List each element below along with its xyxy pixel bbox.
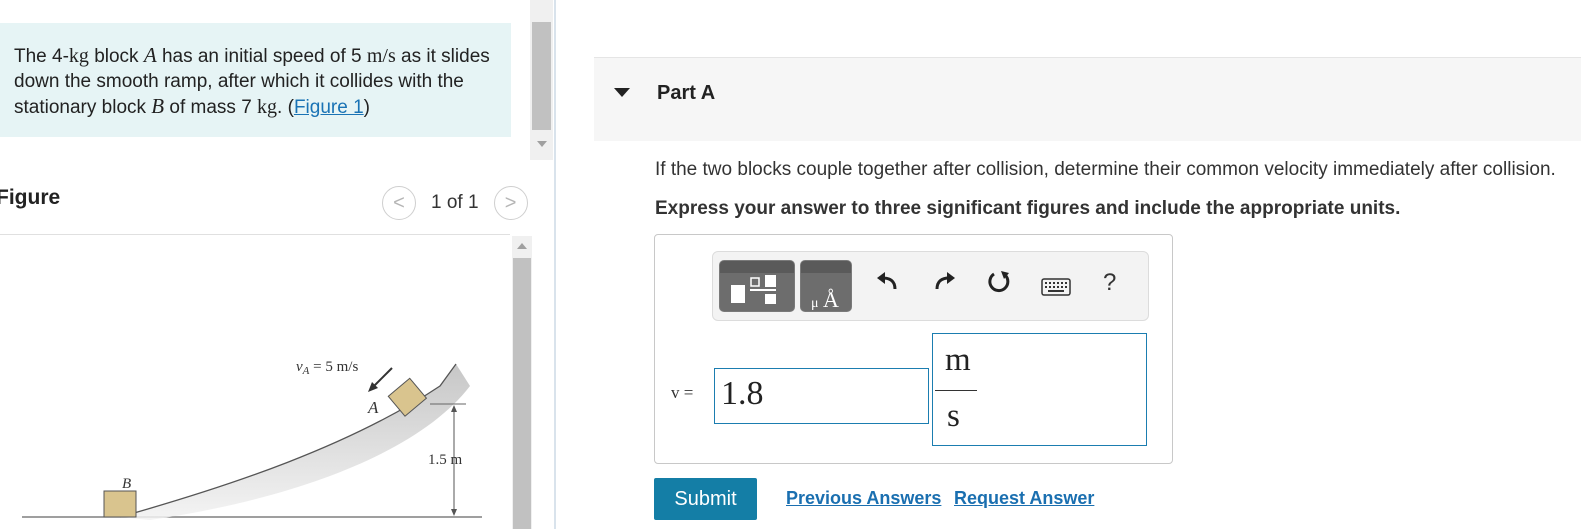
figure-title: Figure [0,186,61,209]
redo-icon[interactable] [931,269,957,295]
block-b-symbol: B [151,94,165,118]
problem-text: has an initial speed of 5 [156,46,367,67]
units-button[interactable]: μ Å [800,260,852,312]
part-a-header[interactable]: Part A [594,57,1581,141]
svg-text:μ: μ [811,296,819,311]
unit-numerator[interactable]: m [945,342,971,379]
answer-value-input[interactable]: 1.8 [714,368,929,424]
units-icon: μ Å [811,287,839,312]
block-a-symbol: A [143,43,157,67]
figure-pagination: < 1 of 1 > [382,186,528,220]
mass-unit: kg [257,96,278,118]
variable-label: v = [671,383,694,402]
scroll-down-icon[interactable] [537,141,547,147]
next-figure-button[interactable]: > [493,186,528,220]
unit-input[interactable]: m s [932,333,1147,446]
instruction-text: Express your answer to three significant… [655,198,1401,219]
scrollbar-thumb[interactable] [532,22,551,130]
mass-unit: kg [68,45,89,67]
problem-text: of mass 7 [164,97,258,118]
height-arrow-up [451,405,457,412]
velocity-label: vA = 5 m/s [296,359,358,377]
templates-button[interactable] [719,260,795,312]
previous-answers-link[interactable]: Previous Answers [786,488,941,509]
problem-text: ) [363,97,370,118]
reset-icon[interactable] [985,269,1013,297]
block-b-label: B [122,476,131,492]
help-icon[interactable]: ? [1103,269,1116,297]
pane-divider[interactable] [554,0,556,529]
height-arrow-down [451,509,457,516]
chevron-right-icon: > [504,191,517,214]
fraction-bar [935,390,977,391]
unit-denominator[interactable]: s [947,398,960,435]
svg-text:Å: Å [823,287,839,312]
problem-scrollbar[interactable] [530,0,553,160]
scrollbar-thumb[interactable] [513,258,531,529]
collapse-caret-icon[interactable] [614,88,630,97]
ramp-figure: B A vA = 5 m/s 1.5 m [22,359,482,520]
figure-link[interactable]: Figure 1 [294,97,364,118]
problem-text: . ( [277,97,294,118]
scroll-up-icon[interactable] [517,243,527,249]
divider [0,234,510,235]
block-b [103,490,137,518]
previous-figure-button[interactable]: < [382,186,416,220]
height-label: 1.5 m [428,452,463,468]
request-answer-link[interactable]: Request Answer [954,488,1094,509]
keyboard-icon[interactable] [1041,278,1071,296]
block-a-label: A [367,398,379,417]
undo-icon[interactable] [875,269,901,295]
problem-pane: The 4-kg block A has an initial speed of… [0,0,556,529]
figure-scrollbar[interactable] [512,236,532,529]
chevron-left-icon: < [393,191,405,214]
problem-statement: The 4-kg block A has an initial speed of… [0,23,511,137]
problem-text: The 4- [14,46,69,67]
problem-text: block [88,46,144,67]
math-toolbar: μ Å ? [712,251,1149,321]
question-text: If the two blocks couple together after … [655,159,1556,180]
answer-area: μ Å ? v = 1.8 m s [654,234,1173,464]
speed-unit: m/s [366,45,396,67]
figure-page-count: 1 of 1 [431,192,479,213]
submit-button[interactable]: Submit [654,478,757,520]
part-title: Part A [657,82,716,104]
templates-icon [731,275,776,304]
